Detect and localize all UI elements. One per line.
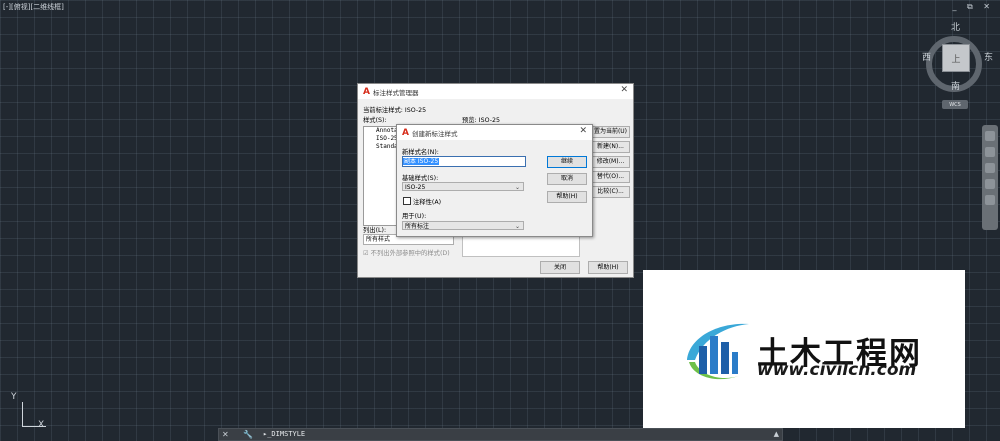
dialog-titlebar[interactable]: A 标注样式管理器 ✕ xyxy=(358,84,633,99)
viewcube-east[interactable]: 东 xyxy=(984,50,993,63)
viewcube-west[interactable]: 西 xyxy=(922,50,931,63)
new-style-button[interactable]: 新建(N)... xyxy=(591,141,630,153)
ucs-icon: Y X xyxy=(8,392,52,434)
continue-button[interactable]: 继续 xyxy=(547,156,587,168)
showmotion-icon[interactable] xyxy=(985,179,995,189)
exclude-xref-checkbox[interactable]: ☑ 不列出外部参照中的样式(D) xyxy=(363,248,450,257)
navigation-bar[interactable] xyxy=(982,125,998,230)
command-history-arrow-icon[interactable]: ▲ xyxy=(774,430,779,438)
help-button[interactable]: 帮助(H) xyxy=(547,191,587,203)
chevron-down-icon[interactable]: ⌄ xyxy=(515,183,520,192)
checkbox-icon[interactable]: ☑ xyxy=(363,250,369,257)
watermark-url: www.civilcn.com xyxy=(757,360,917,380)
close-icon[interactable]: ✕ xyxy=(579,126,587,136)
new-style-name-input[interactable]: 副本 ISO-25 xyxy=(402,156,526,167)
set-current-button[interactable]: 置为当前(U) xyxy=(591,126,630,138)
ucs-y-label: Y xyxy=(11,392,17,402)
steeringwheel-icon[interactable] xyxy=(985,195,995,205)
new-style-name-label: 新样式名(N): xyxy=(402,149,439,156)
new-style-name-value[interactable]: 副本 ISO-25 xyxy=(403,158,440,165)
viewcube-south[interactable]: 南 xyxy=(951,79,960,92)
base-style-select[interactable]: ISO-25 ⌄ xyxy=(402,182,524,191)
wcs-menu[interactable]: WCS xyxy=(942,100,968,109)
compare-button[interactable]: 比较(C)... xyxy=(591,186,630,198)
command-line-tools-icon[interactable]: ✕ 🔧 xyxy=(222,430,259,439)
base-style-value: ISO-25 xyxy=(405,184,426,191)
ucs-y-axis xyxy=(22,402,23,426)
viewcube-north[interactable]: 北 xyxy=(951,20,960,33)
styles-label: 样式(S): xyxy=(363,117,387,124)
new-dim-style-dialog: A 创建新标注样式 ✕ 新样式名(N): 副本 ISO-25 基础样式(S): … xyxy=(396,124,593,237)
viewcube-top-face[interactable]: 上 xyxy=(942,44,970,72)
override-button[interactable]: 替代(O)... xyxy=(591,171,630,183)
preview-label: 预览: ISO-25 xyxy=(462,117,500,124)
exclude-xref-label: 不列出外部参照中的样式(D) xyxy=(370,250,450,257)
orbit-icon[interactable] xyxy=(985,163,995,173)
ucs-x-label: X xyxy=(38,420,45,430)
close-button[interactable]: 关闭 xyxy=(540,261,580,274)
modify-button[interactable]: 修改(M)... xyxy=(591,156,630,168)
annotative-label: 注释性(A) xyxy=(413,199,442,206)
use-for-select[interactable]: 所有标注 ⌄ xyxy=(402,221,524,230)
annotative-checkbox[interactable] xyxy=(403,197,411,205)
autocad-logo-icon: A xyxy=(402,127,409,138)
use-for-label: 用于(U): xyxy=(402,213,427,220)
current-style-label: 当前标注样式: ISO-25 xyxy=(363,107,427,114)
viewcube[interactable]: 北 上 西 东 南 WCS xyxy=(922,20,994,120)
viewport-label[interactable]: [-][俯视][二维线框] xyxy=(3,2,64,12)
close-icon[interactable]: ✕ xyxy=(620,85,628,95)
list-label: 列出(L): xyxy=(363,227,387,234)
command-line-text[interactable]: ▸_DIMSTYLE xyxy=(263,430,305,438)
window-controls[interactable]: _ ⧉ ✕ xyxy=(952,2,994,12)
base-style-label: 基础样式(S): xyxy=(402,175,439,182)
autocad-logo-icon: A xyxy=(363,86,370,97)
command-line[interactable]: ✕ 🔧 ▸_DIMSTYLE ▲ xyxy=(218,428,783,441)
dialog-titlebar[interactable]: A 创建新标注样式 ✕ xyxy=(397,125,592,140)
dialog-title: 创建新标注样式 xyxy=(411,129,458,138)
use-for-value: 所有标注 xyxy=(405,223,430,230)
site-watermark: 土木工程网 www.civilcn.com xyxy=(643,270,965,428)
pan-icon[interactable] xyxy=(985,131,995,141)
help-button[interactable]: 帮助(H) xyxy=(588,261,628,274)
civilcn-logo-icon xyxy=(687,323,749,380)
cancel-button[interactable]: 取消 xyxy=(547,173,587,185)
dialog-title: 标注样式管理器 xyxy=(372,88,419,97)
zoom-icon[interactable] xyxy=(985,147,995,157)
chevron-down-icon[interactable]: ⌄ xyxy=(515,222,520,231)
